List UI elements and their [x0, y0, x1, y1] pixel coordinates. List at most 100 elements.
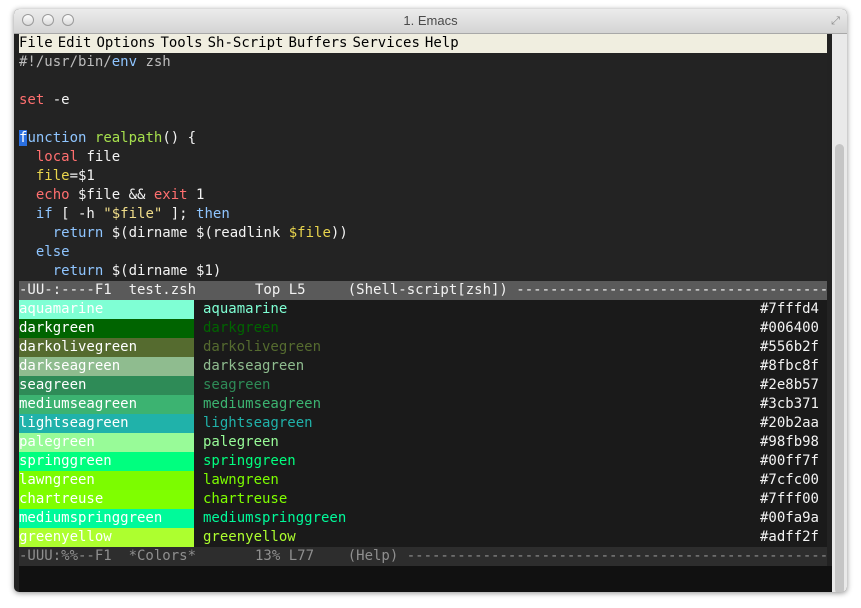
color-hex: #2e8b57	[759, 377, 819, 393]
color-row[interactable]: darkgreen darkgreen #006400	[19, 319, 827, 338]
code-token: =$1	[69, 168, 95, 184]
code-line[interactable]: else	[19, 243, 70, 262]
menu-item-buffers[interactable]: Buffers	[288, 35, 347, 51]
menu-item-help[interactable]: Help	[425, 35, 459, 51]
color-hex: #00ff7f	[759, 453, 819, 469]
code-token: 1	[187, 187, 205, 203]
mode-line-colors[interactable]: -UUU:%%--F1 *Colors* 13% L77 (Help) ----…	[19, 547, 827, 566]
code-token: env	[111, 54, 138, 70]
color-row[interactable]: palegreen palegreen #98fb98	[19, 433, 827, 452]
minibuffer[interactable]	[19, 566, 827, 592]
code-token: echo	[35, 187, 70, 203]
code-line[interactable]: set -e	[19, 91, 70, 110]
code-token: $file	[288, 225, 331, 241]
mode-line-test-zsh[interactable]: -UU-:----F1 test.zsh Top L5 (Shell-scrip…	[19, 281, 827, 300]
color-hex: #006400	[759, 320, 819, 336]
code-line[interactable]: function realpath() {	[19, 129, 196, 148]
code-token: then	[196, 206, 230, 222]
code-token: file	[78, 149, 121, 165]
menu-item-file[interactable]: File	[19, 35, 53, 51]
code-token: () {	[162, 130, 197, 146]
color-hex: #8fbc8f	[759, 358, 819, 374]
scrollbar-thumb[interactable]	[835, 144, 844, 592]
color-name: lightseagreen	[203, 415, 313, 431]
color-row[interactable]: lightseagreen lightseagreen #20b2aa	[19, 414, 827, 433]
code-token: realpath	[94, 130, 163, 146]
code-line[interactable]: file=$1	[19, 167, 95, 186]
fullscreen-icon[interactable]: ⤢	[829, 14, 842, 27]
color-hex: #556b2f	[759, 339, 819, 355]
color-swatch: darkolivegreen	[19, 338, 194, 357]
code-token: return	[52, 225, 104, 241]
color-name: darkseagreen	[203, 358, 305, 374]
color-swatch: mediumspringgreen	[19, 509, 194, 528]
code-line[interactable]: local file	[19, 148, 120, 167]
color-swatch: darkgreen	[19, 319, 194, 338]
code-token: ];	[162, 206, 197, 222]
color-swatch: springgreen	[19, 452, 194, 471]
color-row[interactable]: darkolivegreen darkolivegreen #556b2f	[19, 338, 827, 357]
color-hex: #98fb98	[759, 434, 819, 450]
color-name: lawngreen	[203, 472, 279, 488]
color-swatch: aquamarine	[19, 300, 194, 319]
color-swatch: chartreuse	[19, 490, 194, 509]
code-token: else	[35, 244, 70, 260]
code-line[interactable]: #!/usr/bin/env zsh	[19, 53, 171, 72]
editor-buffer-test-zsh[interactable]: #!/usr/bin/env zsh set -e function realpat…	[19, 53, 827, 281]
color-hex: #7fff00	[759, 491, 819, 507]
code-token: if	[35, 206, 53, 222]
color-swatch: lightseagreen	[19, 414, 194, 433]
color-name: greenyellow	[203, 529, 296, 545]
color-name: darkolivegreen	[203, 339, 322, 355]
color-name: seagreen	[203, 377, 271, 393]
color-swatch: greenyellow	[19, 528, 194, 547]
code-token: $(dirname $1)	[103, 263, 222, 279]
code-line[interactable]: return $(dirname $1)	[19, 262, 222, 281]
color-row[interactable]: springgreen springgreen #00ff7f	[19, 452, 827, 471]
color-hex: #adff2f	[759, 529, 819, 545]
color-swatch: palegreen	[19, 433, 194, 452]
code-token: return	[52, 263, 104, 279]
color-row[interactable]: lawngreen lawngreen #7cfc00	[19, 471, 827, 490]
menu-item-options[interactable]: Options	[96, 35, 155, 51]
code-token: set	[19, 92, 45, 108]
color-name: chartreuse	[203, 491, 288, 507]
code-token: $file &&	[69, 187, 154, 203]
menu-item-sh-script[interactable]: Sh-Script	[208, 35, 284, 51]
code-token: ))	[330, 225, 348, 241]
color-row[interactable]: aquamarine aquamarine #7fffd4	[19, 300, 827, 319]
color-row[interactable]: greenyellow greenyellow #adff2f	[19, 528, 827, 547]
code-line[interactable]: if [ -h "$file" ]; then	[19, 205, 230, 224]
code-token: -e	[44, 92, 70, 108]
color-name: mediumseagreen	[203, 396, 322, 412]
code-token: exit	[153, 187, 188, 203]
color-name: springgreen	[203, 453, 296, 469]
code-line[interactable]: echo $file && exit 1	[19, 186, 205, 205]
scrollbar[interactable]	[832, 34, 847, 592]
color-row[interactable]: darkseagreen darkseagreen #8fbc8f	[19, 357, 827, 376]
code-line[interactable]: return $(dirname $(readlink $file))	[19, 224, 348, 243]
window-title: 1. Emacs	[403, 13, 458, 28]
color-swatch: mediumseagreen	[19, 395, 194, 414]
code-token: unction	[27, 130, 87, 146]
menu-item-tools[interactable]: Tools	[160, 35, 202, 51]
menu-item-edit[interactable]: Edit	[58, 35, 92, 51]
color-row[interactable]: mediumspringgreen mediumspringgreen #00fa9…	[19, 509, 827, 528]
code-token: [ -h	[52, 206, 104, 222]
color-swatch: seagreen	[19, 376, 194, 395]
color-hex: #20b2aa	[759, 415, 819, 431]
colors-buffer[interactable]: aquamarine aquamarine #7fffd4 darkgreen dark…	[19, 300, 827, 547]
color-row[interactable]: chartreuse chartreuse #7fff00	[19, 490, 827, 509]
menu-bar: File Edit Options Tools Sh-Script Buffers Serv…	[19, 34, 827, 53]
code-token: local	[35, 149, 79, 165]
color-name: mediumspringgreen	[203, 510, 347, 526]
menu-item-services[interactable]: Services	[352, 35, 419, 51]
color-row[interactable]: mediumseagreen mediumseagreen #3cb371	[19, 395, 827, 414]
color-name: darkgreen	[203, 320, 279, 336]
color-row[interactable]: seagreen seagreen #2e8b57	[19, 376, 827, 395]
code-token: file	[35, 168, 70, 184]
